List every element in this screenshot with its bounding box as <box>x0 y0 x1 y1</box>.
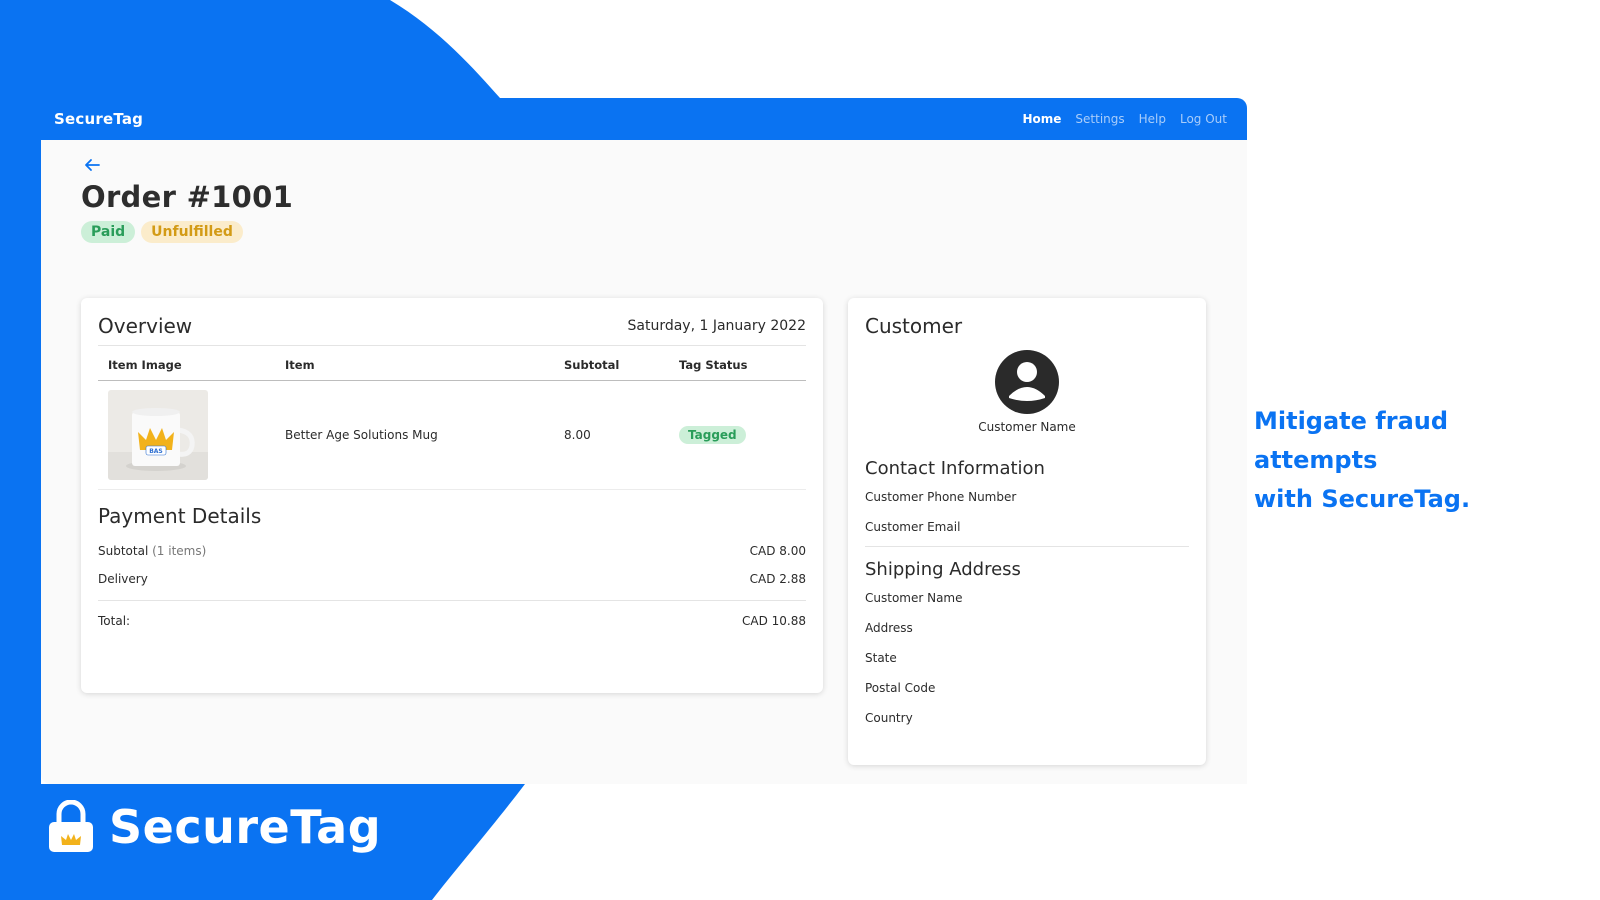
overview-title: Overview <box>98 314 193 338</box>
item-name: Better Age Solutions Mug <box>275 380 554 490</box>
col-tag-status: Tag Status <box>669 346 806 381</box>
shipping-country: Country <box>865 711 913 725</box>
customer-avatar-block: Customer Name <box>865 350 1189 434</box>
customer-title: Customer <box>865 314 963 338</box>
shipping-state: State <box>865 651 897 665</box>
nav-settings[interactable]: Settings <box>1075 112 1124 126</box>
app-window: SecureTag Home Settings Help Log Out Ord… <box>41 98 1247 784</box>
overview-header: Overview Saturday, 1 January 2022 <box>98 298 806 346</box>
shipping-address: Address <box>865 621 913 635</box>
items-table: Item Image Item Subtotal Tag Status BAS … <box>98 346 806 490</box>
paid-badge: Paid <box>81 221 136 243</box>
unfulfilled-badge: Unfulfilled <box>141 221 243 243</box>
customer-phone: Customer Phone Number <box>865 490 1017 504</box>
nav-help[interactable]: Help <box>1139 112 1166 126</box>
nav-home[interactable]: Home <box>1022 112 1061 126</box>
shipping-name: Customer Name <box>865 591 963 605</box>
payment-delivery-row: Delivery CAD 2.88 <box>98 572 806 586</box>
col-item: Item <box>275 346 554 381</box>
nav-menu: Home Settings Help Log Out <box>1022 112 1227 126</box>
subtotal-value: CAD 8.00 <box>749 544 806 558</box>
total-value: CAD 10.88 <box>742 614 806 628</box>
customer-card: Customer Customer Name Contact Informati… <box>848 298 1206 765</box>
top-navbar: SecureTag Home Settings Help Log Out <box>41 98 1247 140</box>
navbar-brand[interactable]: SecureTag <box>54 110 143 128</box>
padlock-crown-icon <box>49 800 93 852</box>
payment-total-row: Total: CAD 10.88 <box>98 614 806 628</box>
promo-tagline: Mitigate fraud attempts with SecureTag. <box>1254 402 1574 519</box>
item-subtotal: 8.00 <box>554 380 669 490</box>
overview-card: Overview Saturday, 1 January 2022 Item I… <box>81 298 823 693</box>
col-item-image: Item Image <box>98 346 275 381</box>
tagged-badge: Tagged <box>679 426 746 444</box>
mug-brand-text: BAS <box>149 448 163 455</box>
contact-info-title: Contact Information <box>865 458 1045 479</box>
tagline-line-1: Mitigate fraud attempts <box>1254 407 1449 474</box>
subtotal-label-group: Subtotal (1 items) <box>98 544 206 558</box>
subtotal-label: Subtotal <box>98 544 149 558</box>
col-subtotal: Subtotal <box>554 346 669 381</box>
user-avatar-icon <box>995 350 1059 414</box>
total-label: Total: <box>98 614 131 628</box>
order-date: Saturday, 1 January 2022 <box>627 318 807 334</box>
page-title: Order #1001 <box>81 180 294 214</box>
item-tag-status-cell: Tagged <box>669 380 806 490</box>
shipping-postal-code: Postal Code <box>865 681 936 695</box>
payment-divider <box>98 600 806 601</box>
delivery-label: Delivery <box>98 572 148 586</box>
arrow-left-icon[interactable] <box>81 154 103 176</box>
tagline-line-2: with SecureTag. <box>1254 485 1471 513</box>
table-row: BAS Better Age Solutions Mug 8.00 Tagged <box>98 380 806 490</box>
nav-log-out[interactable]: Log Out <box>1180 112 1227 126</box>
shipping-address-title: Shipping Address <box>865 559 1021 580</box>
payment-details-title: Payment Details <box>98 504 262 528</box>
footer-brand-name: SecureTag <box>109 800 382 854</box>
order-status-badges: Paid Unfulfilled <box>81 221 243 243</box>
items-table-header: Item Image Item Subtotal Tag Status <box>98 346 806 381</box>
item-image-cell: BAS <box>98 380 275 490</box>
customer-email: Customer Email <box>865 520 961 534</box>
customer-name: Customer Name <box>978 420 1076 434</box>
mug-image: BAS <box>108 390 208 480</box>
customer-divider <box>865 546 1189 547</box>
payment-subtotal-row: Subtotal (1 items) CAD 8.00 <box>98 544 806 558</box>
delivery-value: CAD 2.88 <box>749 572 806 586</box>
footer-brand: SecureTag <box>47 800 381 854</box>
subtotal-item-count: (1 items) <box>152 544 207 558</box>
